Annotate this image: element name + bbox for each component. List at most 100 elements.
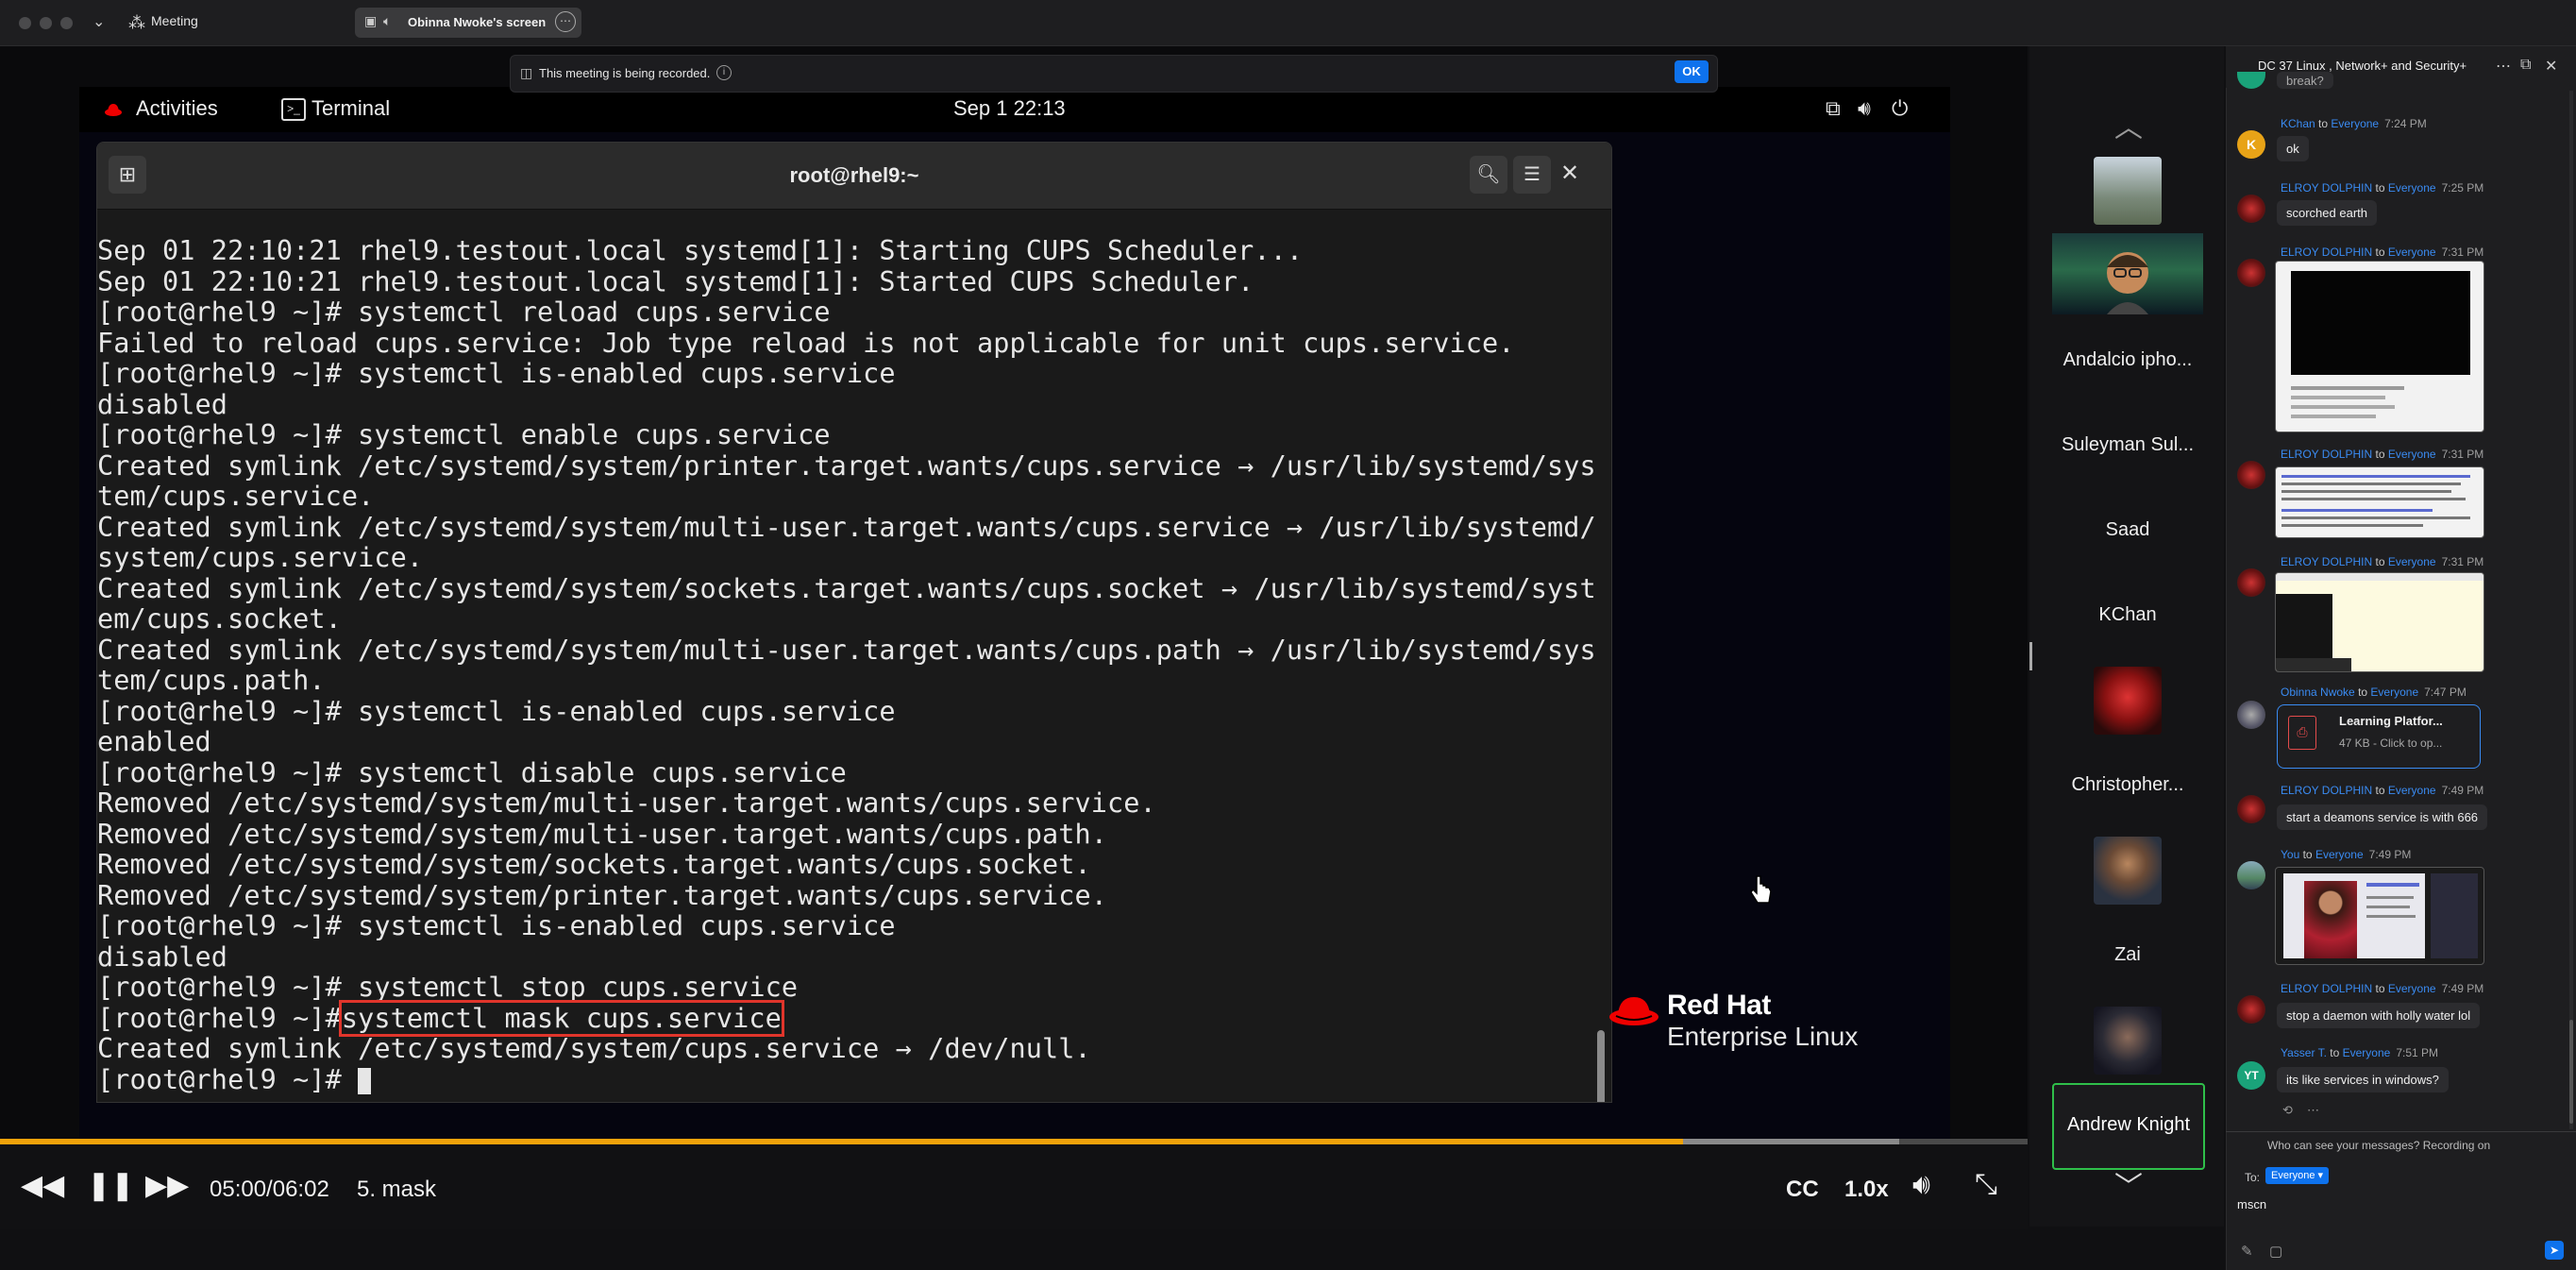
participant-avatar[interactable]: [2094, 837, 2162, 905]
chat-bubble: its like services in windows?: [2277, 1067, 2449, 1092]
terminal-line: [root@rhel9 ~]# systemctl stop cups.serv…: [97, 972, 799, 1003]
close-window-button[interactable]: [19, 17, 31, 29]
search-icon[interactable]: 🔍︎: [1470, 156, 1507, 194]
more-icon[interactable]: ⋯: [2307, 1103, 2319, 1118]
network-icon[interactable]: ⧉: [1826, 96, 1841, 121]
participant-avatar[interactable]: [2094, 667, 2162, 735]
chat-scrollbar[interactable]: [2569, 91, 2573, 1129]
chat-bubble: scorched earth: [2277, 200, 2377, 226]
image-attachment[interactable]: [2275, 867, 2484, 965]
terminal-window[interactable]: ⊞ root@rhel9:~ 🔍︎ ☰ ✕ Sep 01 22:10:21 rh…: [96, 142, 1612, 1103]
format-icon[interactable]: ✎: [2241, 1243, 2253, 1260]
sender[interactable]: ELROY DOLPHIN: [2281, 246, 2372, 259]
power-icon[interactable]: ⏻: [1892, 96, 1908, 121]
file-icon[interactable]: ▢: [2269, 1243, 2282, 1260]
sender[interactable]: ELROY DOLPHIN: [2281, 784, 2372, 797]
recipient: Everyone: [2387, 555, 2436, 568]
message-meta: ELROY DOLPHIN to Everyone 7:49 PM: [2281, 784, 2483, 797]
recording-ok-button[interactable]: OK: [1675, 60, 1709, 83]
terminal-title: root@rhel9:~: [789, 163, 919, 187]
message-meta: ELROY DOLPHIN to Everyone 7:31 PM: [2281, 555, 2483, 568]
chat-bubble: start a deamons service is with 666: [2277, 804, 2488, 830]
close-icon[interactable]: ✕: [2545, 57, 2557, 76]
avatar: [2237, 795, 2265, 823]
message-meta: ELROY DOLPHIN to Everyone 7:31 PM: [2281, 448, 2483, 461]
sender[interactable]: ELROY DOLPHIN: [2281, 448, 2372, 461]
send-icon[interactable]: ➤: [2545, 1241, 2564, 1260]
image-attachment[interactable]: [2275, 572, 2484, 672]
timestamp: 7:47 PM: [2424, 686, 2467, 699]
screen-share-icon: ▣: [364, 13, 378, 28]
sender[interactable]: You: [2281, 848, 2299, 861]
volume-icon[interactable]: 🔊︎: [1858, 96, 1871, 121]
minimize-window-button[interactable]: [40, 17, 52, 29]
recording-text: This meeting is being recorded.: [539, 66, 711, 80]
timestamp: 7:49 PM: [2441, 784, 2484, 797]
sender[interactable]: Obinna Nwoke: [2281, 686, 2355, 699]
chevron-down-icon[interactable]: ⌄: [93, 12, 105, 31]
recipient-dropdown[interactable]: Everyone ▾: [2265, 1167, 2330, 1184]
terminal-output[interactable]: Sep 01 22:10:21 rhel9.testout.local syst…: [97, 210, 1596, 1101]
participant-avatar[interactable]: [2094, 157, 2162, 225]
volume-icon[interactable]: 🔊︎: [1912, 1169, 1930, 1201]
mouse-pointer-icon: [1750, 875, 1772, 904]
reply-icon[interactable]: ⟲: [2282, 1103, 2293, 1118]
terminal-line: disabled: [97, 388, 228, 420]
screen-share-tab[interactable]: ▣ 🔈︎ Obinna Nwoke's screen: [355, 8, 581, 38]
app-menu[interactable]: Terminal: [311, 96, 390, 121]
participant-video[interactable]: [2052, 233, 2203, 314]
sender[interactable]: Yasser T.: [2281, 1046, 2327, 1059]
close-icon[interactable]: ✕: [1560, 160, 1579, 187]
recipient: Everyone: [2315, 848, 2364, 861]
timestamp: 7:24 PM: [2384, 117, 2427, 130]
sender[interactable]: ELROY DOLPHIN: [2281, 982, 2372, 995]
participant-avatar[interactable]: [2094, 1007, 2162, 1075]
sender[interactable]: ELROY DOLPHIN: [2281, 181, 2372, 195]
avatar: [2237, 259, 2265, 287]
info-icon[interactable]: i: [716, 65, 732, 80]
participant-name: Andrew Knight: [2066, 1114, 2191, 1135]
captions-button[interactable]: CC: [1786, 1177, 1819, 1203]
speed-button[interactable]: 1.0x: [1844, 1177, 1889, 1203]
forward-icon[interactable]: ▶▶: [145, 1169, 189, 1202]
to-label: To:: [2245, 1171, 2261, 1184]
sender[interactable]: KChan: [2281, 117, 2315, 130]
more-icon[interactable]: ⋯: [555, 11, 576, 32]
privacy-notice[interactable]: Who can see your messages? Recording on: [2267, 1139, 2490, 1152]
to-word: to: [2375, 784, 2385, 797]
menu-icon[interactable]: ☰: [1513, 156, 1551, 194]
chevron-up-icon[interactable]: ︿: [2114, 104, 2143, 145]
message-meta: ELROY DOLPHIN to Everyone 7:49 PM: [2281, 982, 2483, 995]
fullscreen-icon[interactable]: ⤡: [1975, 1169, 1997, 1201]
zoom-window-button[interactable]: [60, 17, 73, 29]
avatar-illustration: [2107, 252, 2148, 314]
participant-name: Andalcio ipho...: [2062, 349, 2193, 370]
terminal-line: [root@rhel9 ~]# systemctl enable cups.se…: [97, 419, 831, 450]
clock[interactable]: Sep 1 22:13: [953, 96, 1066, 121]
sender[interactable]: ELROY DOLPHIN: [2281, 555, 2372, 568]
popout-icon[interactable]: ⧉: [2520, 57, 2531, 74]
terminal-line: [root@rhel9 ~]# systemctl is-enabled cup…: [97, 695, 896, 727]
image-attachment[interactable]: [2275, 466, 2484, 538]
to-word: to: [2375, 448, 2385, 461]
app-title: Meeting: [151, 13, 198, 28]
recipient: Everyone: [2387, 181, 2436, 195]
participant-name: Saad: [2105, 519, 2150, 540]
pause-icon[interactable]: ❚❚: [87, 1169, 134, 1202]
recipient-value: Everyone: [2271, 1170, 2315, 1181]
terminal-line: [root@rhel9 ~]#systemctl mask cups.servi…: [97, 999, 1596, 1037]
terminal-scroll-thumb[interactable]: [1597, 1030, 1605, 1102]
chat-title: DC 37 Linux , Network+ and Security+: [2258, 59, 2467, 73]
chat-bubble: break?: [2277, 72, 2333, 89]
chevron-down-icon[interactable]: ﹀: [2114, 1163, 2143, 1205]
chat-input[interactable]: [2235, 1192, 2560, 1216]
image-attachment[interactable]: [2275, 261, 2484, 432]
rewind-icon[interactable]: ◀◀: [21, 1169, 64, 1202]
chat-scroll-thumb[interactable]: [2569, 1020, 2573, 1124]
timestamp: 7:49 PM: [2368, 848, 2412, 861]
resize-handle[interactable]: [2029, 642, 2032, 670]
message-meta: KChan to Everyone 7:24 PM: [2281, 117, 2427, 130]
more-icon[interactable]: ⋯: [2496, 57, 2511, 76]
activities-button[interactable]: Activities: [136, 96, 218, 121]
terminal-scrollbar[interactable]: [1596, 210, 1606, 1101]
